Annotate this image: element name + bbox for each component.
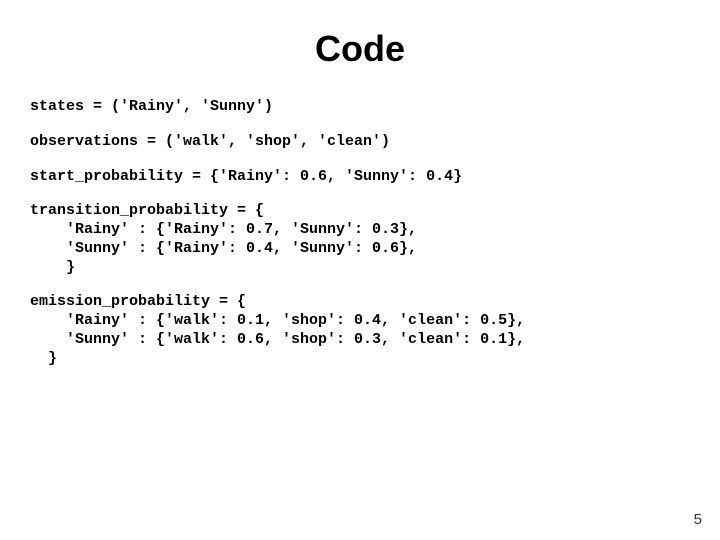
blank-line (30, 117, 690, 133)
code-line-emission-close: } (30, 350, 690, 369)
code-line-transition-open: transition_probability = { (30, 202, 690, 221)
page-number: 5 (694, 511, 702, 528)
blank-line (30, 152, 690, 168)
code-line-emission-rainy: 'Rainy' : {'walk': 0.1, 'shop': 0.4, 'cl… (30, 312, 690, 331)
blank-line (30, 277, 690, 293)
code-line-states: states = ('Rainy', 'Sunny') (30, 98, 690, 117)
code-line-emission-open: emission_probability = { (30, 293, 690, 312)
slide-title: Code (30, 28, 690, 70)
blank-line (30, 186, 690, 202)
code-line-observations: observations = ('walk', 'shop', 'clean') (30, 133, 690, 152)
code-line-transition-rainy: 'Rainy' : {'Rainy': 0.7, 'Sunny': 0.3}, (30, 221, 690, 240)
code-line-start-prob: start_probability = {'Rainy': 0.6, 'Sunn… (30, 168, 690, 187)
code-line-emission-sunny: 'Sunny' : {'walk': 0.6, 'shop': 0.3, 'cl… (30, 331, 690, 350)
slide: Code states = ('Rainy', 'Sunny') observa… (0, 0, 720, 540)
code-line-transition-sunny: 'Sunny' : {'Rainy': 0.4, 'Sunny': 0.6}, (30, 240, 690, 259)
code-line-transition-close: } (30, 259, 690, 278)
